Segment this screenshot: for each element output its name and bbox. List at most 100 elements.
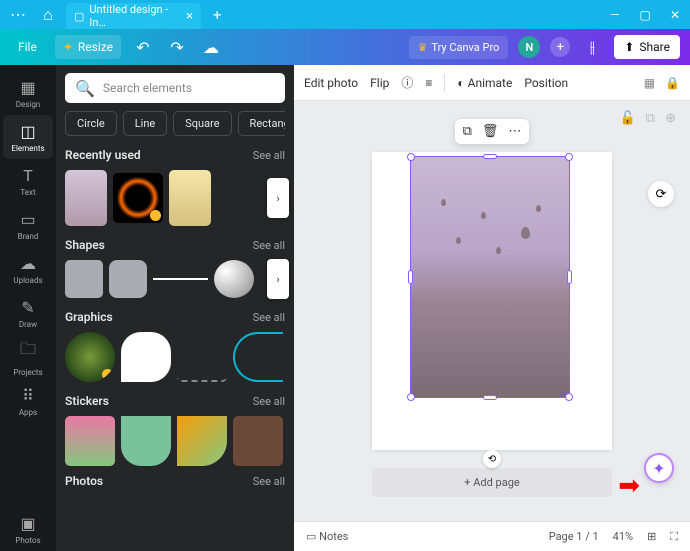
see-all-photos[interactable]: See all: [253, 475, 285, 488]
see-all-recent[interactable]: See all: [253, 149, 285, 162]
more-options-icon[interactable]: ⋯: [508, 124, 521, 139]
scroll-right-button[interactable]: ›: [267, 259, 289, 299]
minimize-icon[interactable]: ―: [600, 0, 630, 29]
resize-handle[interactable]: [567, 270, 572, 284]
canva-logo-icon: ▢: [74, 10, 84, 23]
try-pro-button[interactable]: ♛Try Canva Pro: [409, 36, 509, 59]
shape-rounded[interactable]: [109, 260, 147, 298]
analytics-icon[interactable]: ⫲: [580, 35, 604, 59]
footer-bar: ▭ Notes Page 1 / 1 41% ⊞ ⛶: [294, 521, 690, 551]
rail-apps[interactable]: ⠿Apps: [3, 379, 53, 423]
grid-view-icon[interactable]: ⊞: [647, 530, 656, 543]
maximize-icon[interactable]: ▢: [630, 0, 660, 29]
graphic-item[interactable]: [121, 332, 171, 382]
rail-design[interactable]: ▦Design: [3, 71, 53, 115]
draw-icon: ✎: [21, 298, 34, 317]
magic-fab-icon[interactable]: ✦: [644, 453, 674, 483]
section-shapes: ShapesSee all ›: [65, 238, 285, 298]
transparency-icon[interactable]: ▦: [644, 76, 655, 90]
duplicate-icon[interactable]: ⧉: [463, 124, 472, 139]
lock-icon[interactable]: 🔒: [665, 76, 680, 90]
chip-square[interactable]: Square: [173, 111, 231, 136]
avatar[interactable]: N: [518, 36, 540, 58]
section-stickers: StickersSee all: [65, 394, 285, 466]
graphic-item[interactable]: [233, 332, 283, 382]
position-button[interactable]: Position: [524, 76, 568, 90]
text-icon: T: [23, 166, 33, 185]
rail-brand[interactable]: ▭Brand: [3, 203, 53, 247]
section-recent: Recently usedSee all ›: [65, 148, 285, 226]
rotate-handle-icon[interactable]: ⟲: [483, 450, 501, 468]
file-menu[interactable]: File: [10, 35, 45, 59]
info-icon[interactable]: ⓘ: [401, 74, 413, 91]
resize-handle[interactable]: [483, 154, 497, 159]
photos-icon: ▣: [20, 514, 35, 533]
new-tab-button[interactable]: +: [203, 6, 232, 24]
resize-handle[interactable]: [483, 395, 497, 400]
flip-button[interactable]: Flip: [370, 76, 389, 90]
shape-line[interactable]: [153, 278, 208, 280]
see-all-stickers[interactable]: See all: [253, 395, 285, 408]
resize-handle[interactable]: [407, 153, 415, 161]
close-window-icon[interactable]: ✕: [660, 0, 690, 29]
canvas-page[interactable]: ⟲: [372, 152, 612, 450]
redo-icon[interactable]: ↷: [165, 35, 189, 59]
chip-line[interactable]: Line: [123, 111, 168, 136]
recent-thumb[interactable]: [113, 173, 163, 223]
see-all-shapes[interactable]: See all: [253, 239, 285, 252]
zoom-level[interactable]: 41%: [613, 530, 633, 543]
resize-button[interactable]: ✦Resize: [55, 35, 121, 59]
sticker-item[interactable]: [121, 416, 171, 466]
section-photos: PhotosSee all: [65, 474, 285, 496]
search-icon: 🔍: [75, 79, 95, 98]
rail-uploads[interactable]: ☁Uploads: [3, 247, 53, 291]
search-input[interactable]: 🔍 Search elements: [65, 73, 285, 103]
undo-icon[interactable]: ↶: [131, 35, 155, 59]
tab-current[interactable]: ▢ Untitled design - In… ×: [66, 3, 201, 29]
sticker-item[interactable]: [177, 416, 227, 466]
resize-handle[interactable]: [565, 393, 573, 401]
rail-photos[interactable]: ▣Photos: [3, 507, 53, 551]
add-member-button[interactable]: +: [550, 37, 570, 57]
resize-handle[interactable]: [565, 153, 573, 161]
chip-circle[interactable]: Circle: [65, 111, 117, 136]
graphic-item[interactable]: [177, 332, 227, 382]
rail-projects[interactable]: 🗀Projects: [3, 335, 53, 379]
canvas-area: Edit photo Flip ⓘ ≡ ◐ Animate Position ▦…: [294, 65, 690, 551]
rail-elements[interactable]: ◫Elements: [3, 115, 53, 159]
resize-handle[interactable]: [408, 270, 413, 284]
elements-panel: 🔍 Search elements Circle Line Square Rec…: [56, 65, 294, 551]
see-all-graphics[interactable]: See all: [253, 311, 285, 324]
reset-view-icon[interactable]: ⟳: [648, 181, 674, 207]
scroll-right-button[interactable]: ›: [267, 178, 289, 218]
notes-button[interactable]: ▭ Notes: [306, 530, 348, 543]
resize-handle[interactable]: [407, 393, 415, 401]
delete-icon[interactable]: 🗑: [482, 124, 499, 139]
animate-button[interactable]: ◐ Animate: [457, 76, 512, 90]
fullscreen-icon[interactable]: ⛶: [670, 530, 678, 544]
align-icon[interactable]: ≡: [425, 76, 432, 90]
home-icon[interactable]: ⌂: [34, 3, 62, 27]
share-button[interactable]: ⬆Share: [614, 35, 680, 59]
cloud-sync-icon[interactable]: ☁: [199, 35, 223, 59]
recent-thumb[interactable]: [65, 170, 107, 226]
edit-photo-button[interactable]: Edit photo: [304, 76, 358, 90]
selected-image[interactable]: [410, 156, 570, 398]
add-page-button[interactable]: + Add page: [372, 468, 612, 497]
chip-rectangle[interactable]: Rectang›: [238, 111, 285, 136]
recent-thumb[interactable]: [169, 170, 211, 226]
sticker-item[interactable]: [233, 416, 283, 466]
elements-icon: ◫: [20, 122, 35, 141]
rail-draw[interactable]: ✎Draw: [3, 291, 53, 335]
page-indicator[interactable]: Page 1 / 1: [549, 530, 599, 543]
close-tab-icon[interactable]: ×: [186, 9, 193, 24]
rail-text[interactable]: TText: [3, 159, 53, 203]
more-menu-icon[interactable]: ⋯: [4, 3, 32, 27]
shape-square[interactable]: [65, 260, 103, 298]
floating-toolbar: ⧉ 🗑 ⋯: [455, 119, 530, 144]
uploads-icon: ☁: [20, 254, 36, 273]
titlebar: ⋯ ⌂ ▢ Untitled design - In… × + ― ▢ ✕: [0, 0, 690, 29]
shape-circle[interactable]: [214, 260, 254, 298]
sticker-item[interactable]: [65, 416, 115, 466]
graphic-item[interactable]: [65, 332, 115, 382]
